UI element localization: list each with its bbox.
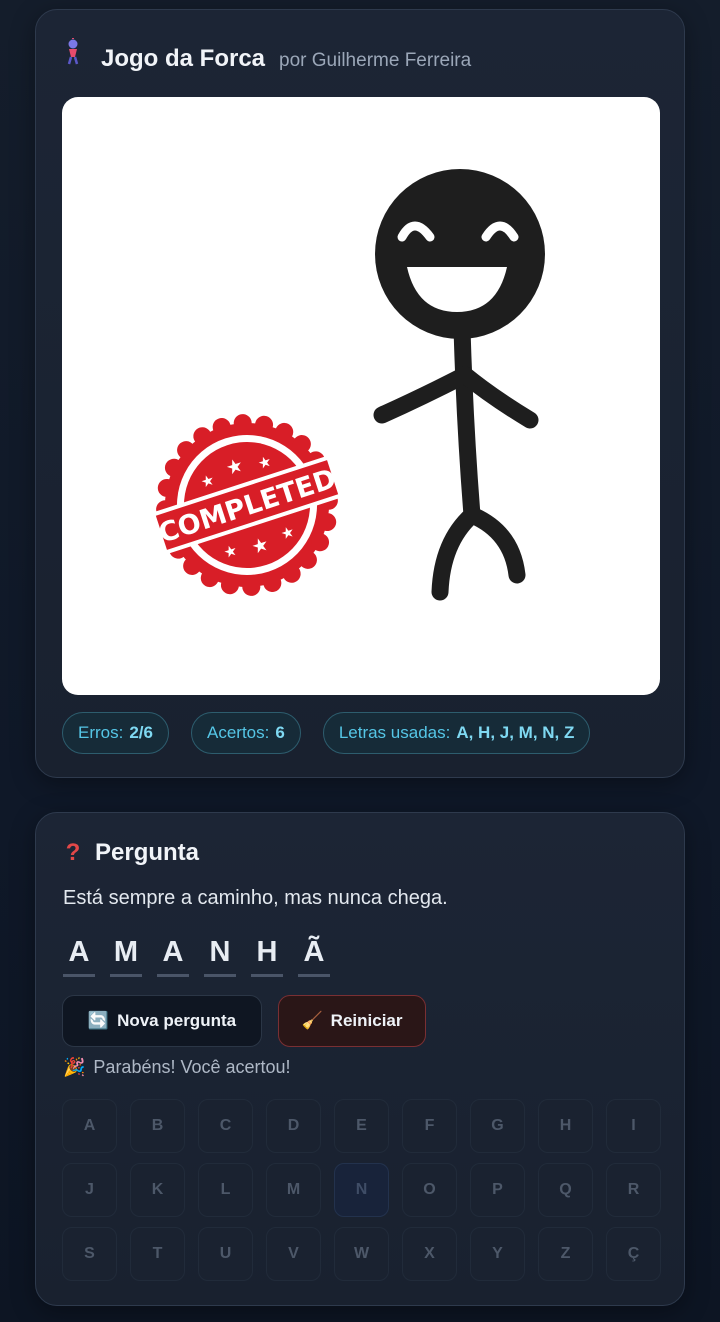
key-o[interactable]: O	[402, 1163, 457, 1217]
key-z[interactable]: Z	[538, 1227, 593, 1281]
key-n[interactable]: N	[334, 1163, 389, 1217]
key-p[interactable]: P	[470, 1163, 525, 1217]
key-q[interactable]: Q	[538, 1163, 593, 1217]
errors-value: 2/6	[129, 723, 153, 742]
key-h[interactable]: H	[538, 1099, 593, 1153]
question-mark-icon: ?	[65, 839, 81, 866]
key-j[interactable]: J	[62, 1163, 117, 1217]
key-v[interactable]: V	[266, 1227, 321, 1281]
question-header: ? Pergunta	[63, 839, 199, 867]
game-card: Jogo da Forca por Guilherme Ferreira COM…	[35, 9, 685, 778]
title-row: Jogo da Forca por Guilherme Ferreira	[63, 38, 471, 73]
key-g[interactable]: G	[470, 1099, 525, 1153]
app-title: Jogo da Forca	[101, 45, 266, 72]
key-b[interactable]: B	[130, 1099, 185, 1153]
new-question-label: Nova pergunta	[117, 1011, 237, 1030]
app-author: por Guilherme Ferreira	[279, 50, 472, 71]
key-l[interactable]: L	[198, 1163, 253, 1217]
question-text: Está sempre a caminho, mas nunca chega.	[63, 887, 448, 909]
key-m[interactable]: M	[266, 1163, 321, 1217]
word-letter-slot: Ã	[298, 933, 330, 977]
errors-chip: Erros: 2/6	[62, 712, 169, 754]
key-t[interactable]: T	[130, 1227, 185, 1281]
used-letters-chip: Letras usadas: A, H, J, M, N, Z	[322, 712, 591, 754]
word-display: AMANHÃ	[63, 933, 330, 977]
key-f[interactable]: F	[402, 1099, 457, 1153]
reset-label: Reiniciar	[330, 1011, 403, 1030]
question-card: ? Pergunta Está sempre a caminho, mas nu…	[35, 812, 685, 1306]
key-a[interactable]: A	[62, 1099, 117, 1153]
key-c[interactable]: C	[198, 1099, 253, 1153]
broom-icon: 🧹	[301, 1011, 323, 1030]
word-letter-slot: A	[157, 933, 189, 977]
key-i[interactable]: I	[606, 1099, 661, 1153]
key-x[interactable]: X	[402, 1227, 457, 1281]
word-letter-slot: A	[63, 933, 95, 977]
hangman-canvas: COMPLETED ★ ★ ★ ★ ★ ★	[62, 97, 660, 695]
hangman-icon	[63, 38, 87, 71]
stickman-head	[375, 169, 545, 339]
new-question-button[interactable]: 🔄 Nova pergunta	[62, 995, 262, 1047]
key-d[interactable]: D	[266, 1099, 321, 1153]
key-w[interactable]: W	[334, 1227, 389, 1281]
status-message: 🎉 Parabéns! Você acertou!	[63, 1057, 291, 1078]
refresh-icon: 🔄	[87, 1011, 110, 1030]
status-text: Parabéns! Você acertou!	[93, 1057, 291, 1077]
word-letter-slot: M	[110, 933, 142, 977]
party-icon: 🎉	[63, 1057, 86, 1077]
letter-keyboard: ABCDEFGHI JKLMNOPQR STUVWXYZÇ	[62, 1099, 661, 1281]
hits-chip: Acertos: 6	[190, 712, 301, 754]
key-k[interactable]: K	[130, 1163, 185, 1217]
completed-stamp: COMPLETED ★ ★ ★ ★ ★ ★	[149, 414, 345, 596]
word-letter-slot: H	[251, 933, 283, 977]
key-e[interactable]: E	[334, 1099, 389, 1153]
stats-bar: Erros: 2/6 Acertos: 6 Letras usadas: A, H, …	[62, 712, 591, 754]
word-letter-slot: N	[204, 933, 236, 977]
question-title: Pergunta	[95, 839, 200, 866]
key-r[interactable]: R	[606, 1163, 661, 1217]
used-letters-value: A, H, J, M, N, Z	[456, 723, 575, 742]
stickman-drawing: COMPLETED ★ ★ ★ ★ ★ ★	[149, 169, 545, 601]
stickman-body	[373, 320, 539, 601]
key-y[interactable]: Y	[470, 1227, 525, 1281]
hits-value: 6	[275, 723, 285, 742]
key-s[interactable]: S	[62, 1227, 117, 1281]
reset-button[interactable]: 🧹 Reiniciar	[278, 995, 426, 1047]
key-ç[interactable]: Ç	[606, 1227, 661, 1281]
key-u[interactable]: U	[198, 1227, 253, 1281]
